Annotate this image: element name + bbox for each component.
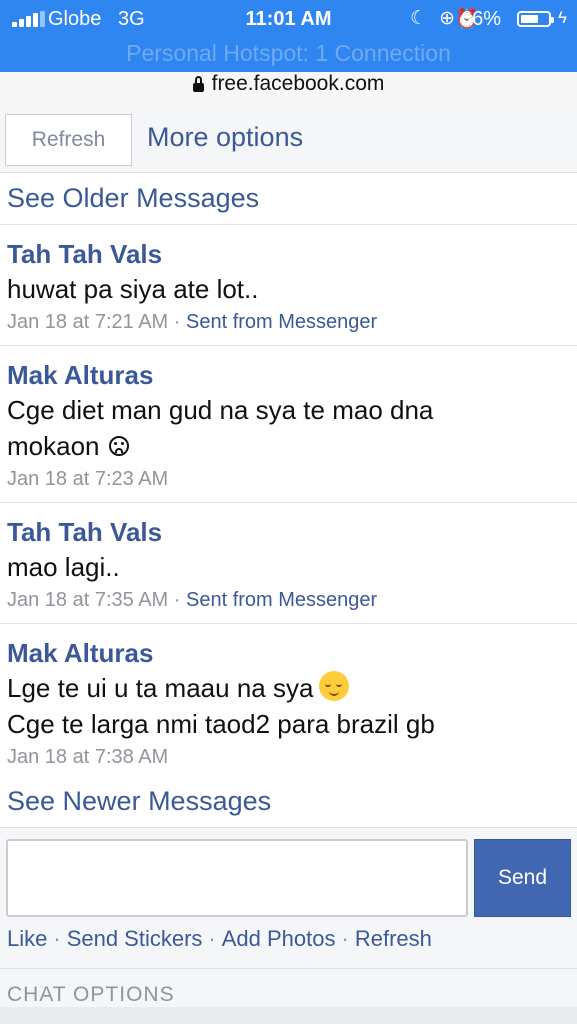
message-item: Mak Alturas Cge diet man gud na sya te m… <box>0 346 577 503</box>
charging-bolt-icon: ϟ <box>558 8 567 27</box>
orientation-lock-icon: ⊕ <box>439 8 455 29</box>
message-text: mokaon <box>7 431 100 461</box>
relieved-face-emoji-icon <box>319 671 350 701</box>
compose-area: Send <box>0 828 577 920</box>
url-text: free.facebook.com <box>211 72 385 95</box>
message-time: Jan 18 at 7:21 AM <box>7 311 169 333</box>
action-links: Like · Send Stickers · Add Photos · Refresh <box>0 920 577 969</box>
see-older-messages-link[interactable]: See Older Messages <box>0 173 577 225</box>
send-button[interactable]: Send <box>474 839 571 917</box>
battery-level <box>521 15 538 23</box>
message-text: huwat pa siya ate lot.. <box>7 274 259 304</box>
moon-icon: ☾ <box>409 8 427 29</box>
refresh-button[interactable]: Refresh <box>5 114 132 166</box>
message-meta: Jan 18 at 7:35 AM · Sent from Messenger <box>7 589 378 611</box>
message-time: Jan 18 at 7:35 AM <box>7 589 169 611</box>
message-item: Tah Tah Vals huwat pa siya ate lot.. Jan… <box>0 225 577 346</box>
sent-from-link[interactable]: Sent from Messenger <box>186 589 377 611</box>
message-text-line: mokaon <box>7 428 570 464</box>
separator: · <box>341 926 349 951</box>
toolbar: Refresh More options <box>0 108 577 173</box>
lock-icon <box>192 76 204 92</box>
hotspot-banner[interactable]: Personal Hotspot: 1 Connection <box>0 40 577 67</box>
battery-percent: 66% <box>460 8 501 30</box>
add-photos-link[interactable]: Add Photos <box>222 926 336 951</box>
message-time: Jan 18 at 7:23 AM <box>7 468 169 490</box>
refresh-link[interactable]: Refresh <box>355 926 432 951</box>
more-options-link[interactable]: More options <box>147 122 303 153</box>
battery-icon <box>517 11 554 27</box>
sender-name[interactable]: Mak Alturas <box>7 636 570 670</box>
message-text: Lge te ui u ta maau na sya <box>7 673 314 703</box>
url-bar[interactable]: free.facebook.com <box>0 72 577 108</box>
like-link[interactable]: Like <box>7 926 47 951</box>
message-time: Jan 18 at 7:38 AM <box>7 746 169 768</box>
message-text: Cge diet man gud na sya te mao dna <box>7 395 434 425</box>
sender-name[interactable]: Tah Tah Vals <box>7 237 570 271</box>
message-text: mao lagi.. <box>7 552 120 582</box>
frown-emoji-icon <box>108 436 129 456</box>
separator: · <box>208 926 216 951</box>
message-item: Mak Alturas Lge te ui u ta maau na sya C… <box>0 624 577 780</box>
sent-from-link[interactable]: Sent from Messenger <box>186 311 377 333</box>
message-text-line: Lge te ui u ta maau na sya <box>7 670 570 706</box>
message-text: Cge te larga nmi taod2 para brazil gb <box>7 709 435 739</box>
message-input[interactable] <box>6 839 468 917</box>
see-newer-messages-link[interactable]: See Newer Messages <box>0 780 577 828</box>
message-item: Tah Tah Vals mao lagi.. Jan 18 at 7:35 A… <box>0 503 577 624</box>
separator: · <box>53 926 61 951</box>
sender-name[interactable]: Mak Alturas <box>7 358 570 392</box>
sender-name[interactable]: Tah Tah Vals <box>7 515 570 549</box>
status-bar: Globe 3G 11:01 AM ☾ ⊕ ⏰ 66% ϟ Personal H… <box>0 0 577 72</box>
message-meta: Jan 18 at 7:21 AM · Sent from Messenger <box>7 311 378 333</box>
send-stickers-link[interactable]: Send Stickers <box>67 926 203 951</box>
chat-options-heading: CHAT OPTIONS <box>0 969 577 1007</box>
